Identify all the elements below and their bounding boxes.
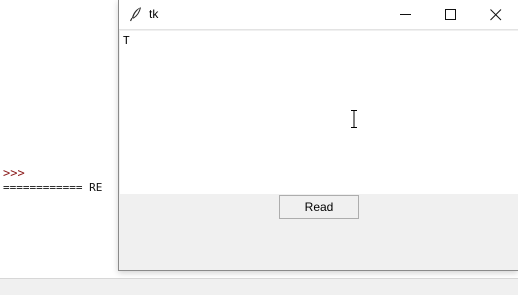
maximize-button[interactable] [428,0,473,29]
shell-prompt: >>> [3,166,25,180]
text-area-content: T [123,34,130,47]
title-bar[interactable]: tk [119,0,518,30]
close-icon [490,9,502,21]
minimize-button[interactable] [383,0,428,29]
read-button[interactable]: Read [279,195,359,219]
text-area[interactable]: T [120,31,518,194]
tk-window: tk T Read [118,0,518,271]
shell-status-bar [0,278,518,295]
minimize-icon [400,14,411,15]
window-title: tk [149,7,159,21]
feather-icon [128,6,144,22]
maximize-icon [445,9,456,20]
shell-restart-line: ============ RE [3,181,103,194]
close-button[interactable] [473,0,518,29]
text-cursor-icon [350,110,358,128]
